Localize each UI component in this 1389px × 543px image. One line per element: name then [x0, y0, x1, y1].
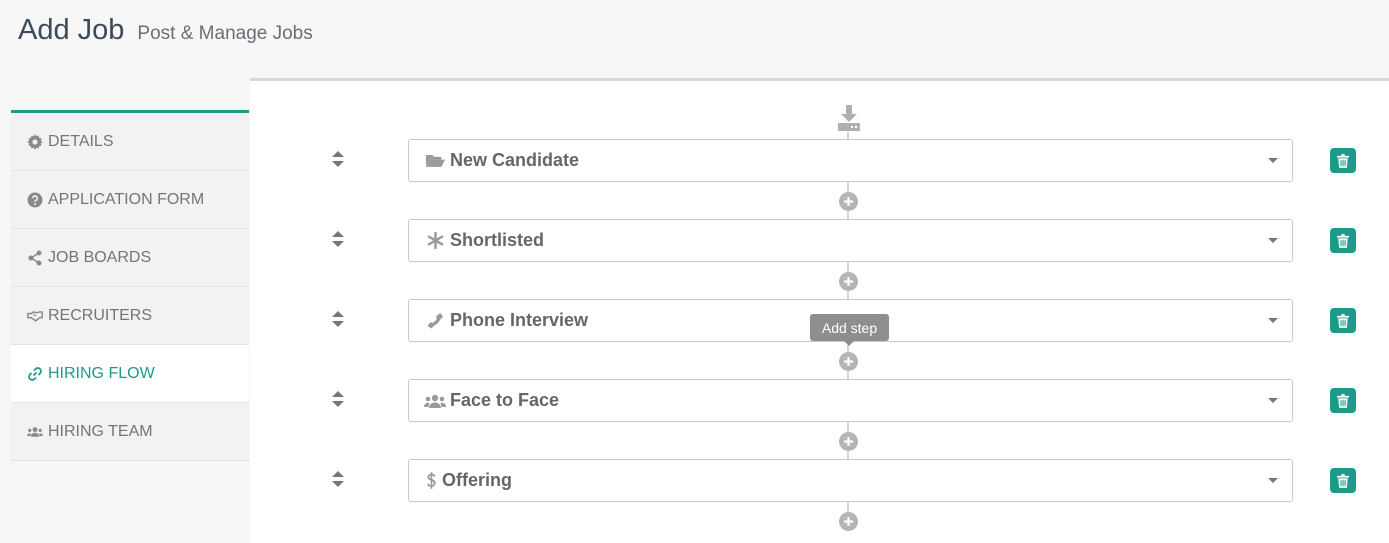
drag-handle-icon[interactable] — [329, 229, 347, 249]
plus-icon — [844, 517, 853, 526]
page-header: Add Job Post & Manage Jobs — [18, 14, 313, 47]
trash-icon — [1337, 393, 1349, 408]
step-label: New Candidate — [450, 150, 580, 170]
add-step-tooltip: Add step — [810, 314, 889, 346]
download-icon — [836, 105, 862, 133]
plus-icon — [844, 357, 853, 366]
chevron-down-icon — [1268, 478, 1278, 483]
flow-step: Offering — [0, 459, 1389, 503]
flow-step: New Candidate — [0, 139, 1389, 183]
delete-step-button[interactable] — [1330, 308, 1356, 333]
delete-step-button[interactable] — [1330, 228, 1356, 253]
trash-icon — [1337, 313, 1349, 328]
add-step-button[interactable] — [839, 352, 858, 371]
plus-icon — [844, 277, 853, 286]
asterisk-icon — [424, 231, 446, 251]
step-label: Phone Interview — [450, 310, 589, 330]
add-step-button[interactable] — [839, 192, 858, 211]
plus-icon — [844, 197, 853, 206]
chevron-down-icon — [1268, 398, 1278, 403]
phone-icon — [424, 311, 446, 331]
users-icon — [424, 391, 446, 411]
plus-icon — [844, 437, 853, 446]
add-step-button[interactable] — [839, 272, 858, 291]
trash-icon — [1337, 233, 1349, 248]
step-label: Face to Face — [450, 390, 560, 410]
flow-step: Phone Interview — [0, 299, 1389, 343]
sidebar-item-label: HIRING TEAM — [48, 422, 153, 440]
page-title: Add Job — [18, 14, 125, 46]
delete-step-button[interactable] — [1330, 148, 1356, 173]
add-step-button[interactable] — [839, 432, 858, 451]
drag-handle-icon[interactable] — [329, 389, 347, 409]
delete-step-button[interactable] — [1330, 468, 1356, 493]
step-select[interactable]: Offering — [408, 459, 1293, 502]
add-step-button[interactable] — [839, 512, 858, 531]
drag-handle-icon[interactable] — [329, 149, 347, 169]
step-label: Shortlisted — [450, 230, 545, 250]
trash-icon — [1337, 473, 1349, 488]
page-subtitle: Post & Manage Jobs — [137, 23, 313, 44]
drag-handle-icon[interactable] — [329, 309, 347, 329]
flow-step: Face to Face — [0, 379, 1389, 423]
step-label: Offering — [442, 470, 512, 490]
users-icon — [26, 423, 44, 441]
chevron-down-icon — [1268, 158, 1278, 163]
flow-step: Shortlisted — [0, 219, 1389, 263]
step-select[interactable]: Shortlisted — [408, 219, 1293, 262]
chevron-down-icon — [1268, 238, 1278, 243]
question-circle-icon — [26, 191, 44, 209]
drag-handle-icon[interactable] — [329, 469, 347, 489]
step-select[interactable]: Face to Face — [408, 379, 1293, 422]
dollar-icon — [424, 471, 438, 491]
folder-open-icon — [424, 151, 446, 171]
chevron-down-icon — [1268, 318, 1278, 323]
delete-step-button[interactable] — [1330, 388, 1356, 413]
trash-icon — [1337, 153, 1349, 168]
sidebar-item-label: APPLICATION FORM — [48, 190, 205, 208]
step-select[interactable]: New Candidate — [408, 139, 1293, 182]
